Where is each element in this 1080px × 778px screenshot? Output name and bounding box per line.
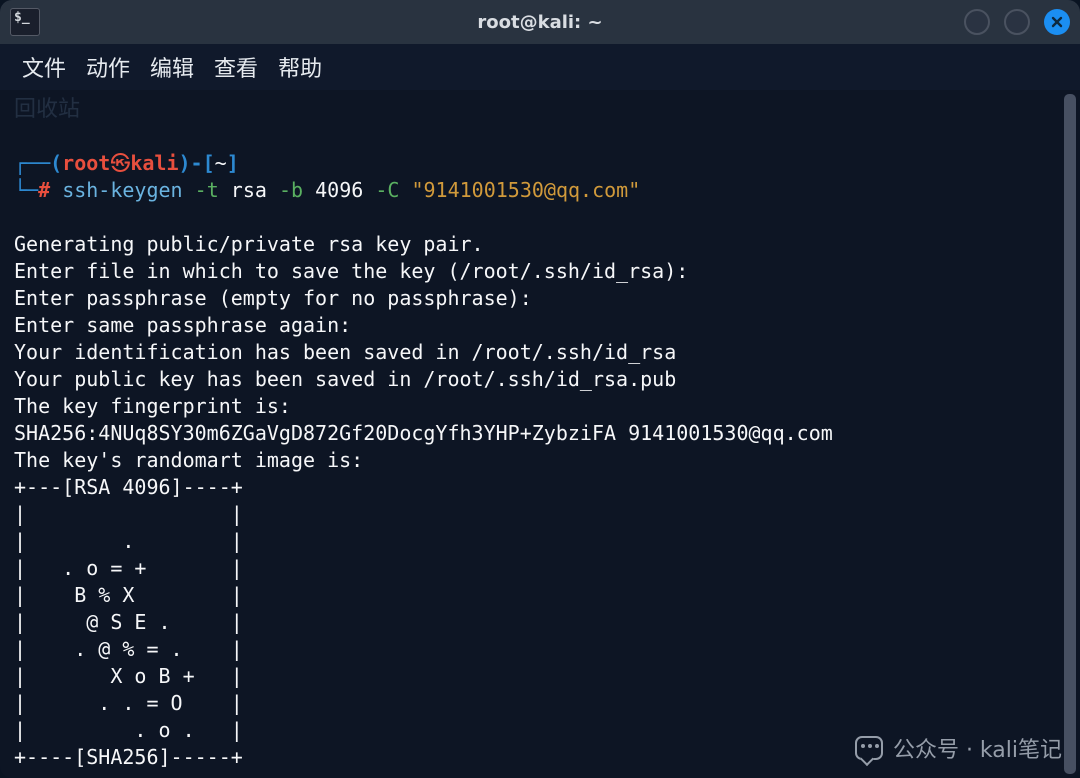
randomart-line: | |: [14, 502, 243, 526]
close-button[interactable]: [1044, 9, 1070, 35]
output-line: Enter passphrase (empty for no passphras…: [14, 286, 532, 310]
vertical-scrollbar[interactable]: [1064, 94, 1076, 774]
output-line: SHA256:4NUq8SY30m6ZGaVgD872Gf20DocgYfh3Y…: [14, 421, 833, 445]
menu-action[interactable]: 动作: [86, 51, 130, 83]
app-icon: $_: [10, 8, 40, 36]
output-line: Enter file in which to save the key (/ro…: [14, 259, 688, 283]
prompt-line-2: └─# ssh-keygen -t rsa -b 4096 -C "914100…: [14, 178, 640, 202]
minimize-icon: [970, 15, 984, 29]
menu-file[interactable]: 文件: [22, 51, 66, 83]
desktop-ghost-label: 回收站: [14, 96, 80, 123]
terminal-area: 回收站 ┌──(root㉿kali)-[~] └─# ssh-keygen -t…: [0, 90, 1080, 778]
terminal-window: $_ root@kali: ~ 文件 动作 编辑 查看 帮助 回收站 ┌──(r…: [0, 0, 1080, 778]
randomart-line: | . . = O |: [14, 691, 243, 715]
close-icon: [1050, 15, 1064, 29]
output-line: Enter same passphrase again:: [14, 313, 351, 337]
window-controls: [964, 9, 1070, 35]
window-title: root@kali: ~: [0, 12, 1080, 33]
randomart-line: | X o B + |: [14, 664, 243, 688]
menu-help[interactable]: 帮助: [278, 51, 322, 83]
randomart-line: | . |: [14, 529, 243, 553]
output-line: The key fingerprint is:: [14, 394, 291, 418]
randomart-line: | @ S E . |: [14, 610, 243, 634]
terminal-output[interactable]: 回收站 ┌──(root㉿kali)-[~] └─# ssh-keygen -t…: [0, 90, 1064, 778]
maximize-button[interactable]: [1004, 9, 1030, 35]
output-line: The key's randomart image is:: [14, 448, 363, 472]
output-line: Your public key has been saved in /root/…: [14, 367, 676, 391]
randomart-line: | . @ % = . |: [14, 637, 243, 661]
prompt-line-1: ┌──(root㉿kali)-[~]: [14, 151, 239, 175]
output-line: Generating public/private rsa key pair.: [14, 232, 484, 256]
titlebar: $_ root@kali: ~: [0, 0, 1080, 44]
minimize-button[interactable]: [964, 9, 990, 35]
menu-edit[interactable]: 编辑: [150, 51, 194, 83]
randomart-line: | . o . |: [14, 718, 243, 742]
maximize-icon: [1010, 15, 1024, 29]
output-line: Your identification has been saved in /r…: [14, 340, 676, 364]
randomart-line: +---[RSA 4096]----+: [14, 475, 243, 499]
randomart-line: +----[SHA256]-----+: [14, 745, 243, 769]
menu-view[interactable]: 查看: [214, 51, 258, 83]
menubar: 文件 动作 编辑 查看 帮助: [0, 44, 1080, 90]
randomart-line: | . o = + |: [14, 556, 243, 580]
randomart-line: | B % X |: [14, 583, 243, 607]
